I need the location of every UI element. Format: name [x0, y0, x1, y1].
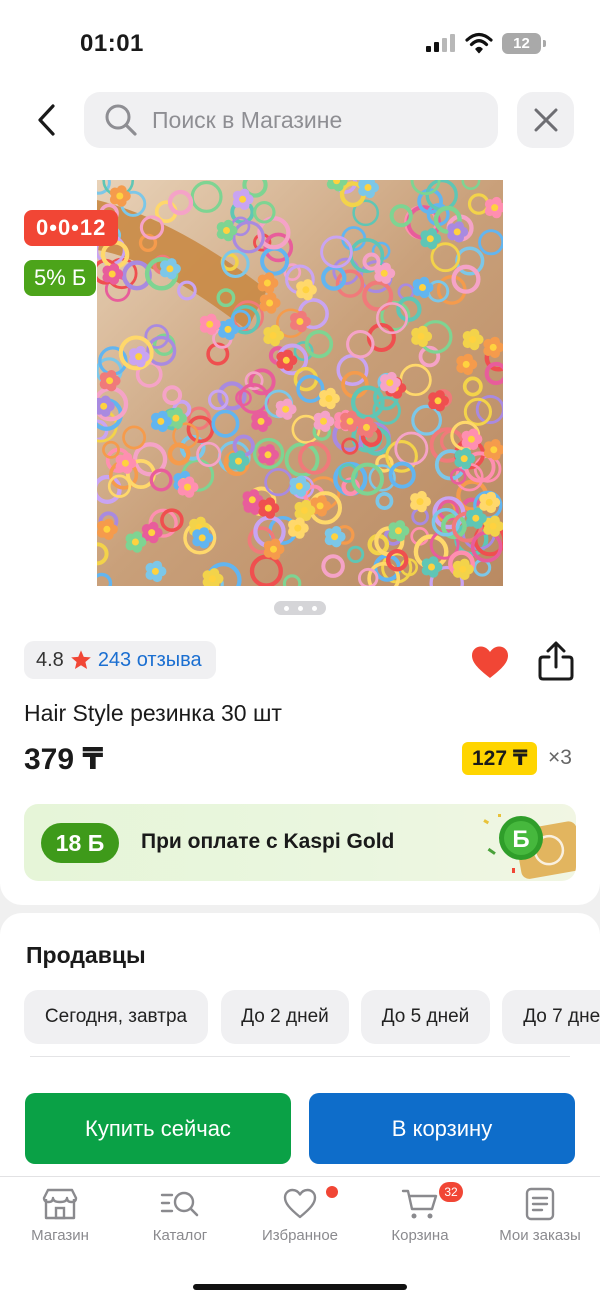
rating-pill[interactable]: 4.8 243 отзыва	[24, 641, 216, 679]
reviews-link[interactable]: 243 отзыва	[98, 649, 202, 672]
timer-badge: 0•0•12	[24, 210, 119, 246]
tab-label: Мои заказы	[499, 1227, 581, 1244]
image-pager-dots[interactable]	[274, 601, 326, 615]
tab-store[interactable]: Магазин	[0, 1187, 120, 1259]
wifi-icon	[465, 32, 493, 54]
tab-favorites[interactable]: Избранное	[240, 1187, 360, 1259]
filter-chip-today-tomorrow[interactable]: Сегодня, завтра	[24, 990, 208, 1044]
store-icon	[42, 1188, 78, 1220]
promo-bonus-chip: 18 Б	[41, 823, 119, 863]
divider	[30, 1056, 570, 1057]
filter-chip-7-days[interactable]: До 7 дней	[502, 990, 600, 1044]
tab-catalog[interactable]: Каталог	[120, 1187, 240, 1259]
filter-chip-2-days[interactable]: До 2 дней	[221, 990, 349, 1044]
pager-dot	[297, 605, 303, 611]
share-icon[interactable]	[536, 640, 576, 682]
tab-label: Каталог	[152, 1227, 208, 1244]
kaspi-gold-promo-banner[interactable]: 18 Б При оплате с Kaspi Gold Б	[24, 804, 576, 881]
cellular-signal-icon	[426, 34, 455, 52]
tab-label: Избранное	[261, 1227, 339, 1244]
battery-level: 12	[502, 33, 541, 54]
buy-now-button[interactable]: Купить сейчас	[25, 1093, 291, 1164]
search-input[interactable]	[152, 106, 472, 134]
product-price: 379 ₸	[24, 743, 104, 776]
back-button[interactable]	[24, 96, 68, 144]
delivery-filter-chips: Сегодня, завтра До 2 дней До 5 дней До 7…	[24, 990, 600, 1044]
tab-my-orders[interactable]: Мои заказы	[480, 1187, 600, 1259]
search-bar[interactable]	[84, 92, 498, 148]
product-title: Hair Style резинка 30 шт	[24, 700, 282, 726]
pager-dot	[311, 605, 317, 611]
pager-dot	[283, 605, 289, 611]
svg-text:Б: Б	[512, 826, 529, 853]
cart-count-badge: 32	[439, 1182, 463, 1202]
installment-price-badge[interactable]: 127 ₸	[462, 742, 538, 775]
status-time: 01:01	[80, 30, 144, 57]
installment-multiplier: ×3	[548, 746, 572, 769]
catalog-search-icon	[160, 1191, 199, 1217]
home-indicator[interactable]	[193, 1284, 407, 1290]
sellers-heading: Продавцы	[26, 942, 146, 968]
add-to-cart-button[interactable]: В корзину	[309, 1093, 575, 1164]
favorites-notification-dot	[326, 1186, 338, 1198]
close-button[interactable]	[517, 92, 574, 148]
filter-chip-5-days[interactable]: До 5 дней	[361, 990, 490, 1044]
product-image[interactable]	[97, 180, 503, 586]
promo-text: При оплате с Kaspi Gold	[141, 830, 395, 853]
orders-icon	[525, 1187, 555, 1221]
battery-icon: 12	[502, 33, 546, 54]
tab-label: Корзина	[391, 1227, 449, 1244]
close-icon	[534, 108, 557, 132]
chevron-left-icon	[38, 104, 55, 136]
tab-cart[interactable]: Корзина	[360, 1187, 480, 1259]
heart-outline-icon	[283, 1188, 317, 1219]
kaspi-gold-card-icon: Б	[483, 814, 576, 879]
search-icon	[105, 104, 137, 136]
bonus-badge: 5% Б	[24, 260, 97, 296]
star-icon	[71, 650, 91, 669]
favorite-heart-icon[interactable]	[471, 645, 509, 681]
rating-value: 4.8	[36, 648, 64, 671]
cart-icon	[401, 1189, 438, 1219]
tab-label: Магазин	[31, 1227, 89, 1244]
